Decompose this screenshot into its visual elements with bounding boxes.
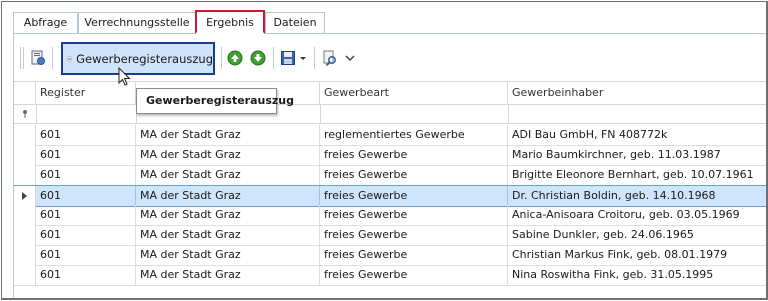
- cell-gewerbeinhaber: Christian Markus Fink, geb. 08.01.1979: [512, 248, 728, 261]
- tab-abfrage[interactable]: Abfrage: [13, 12, 78, 33]
- cell-gewerbeinhaber: Sabine Dunkler, geb. 24.06.1965: [512, 228, 694, 241]
- cell-gewerbeart: freies Gewerbe: [320, 186, 508, 206]
- row-indicator: [14, 186, 36, 206]
- table-row[interactable]: 601 MA der Stadt Graz freies Gewerbe Chr…: [14, 245, 766, 266]
- filter-register[interactable]: [36, 104, 137, 123]
- column-header-gewerbeinhaber[interactable]: Gewerbeinhaber: [508, 82, 766, 104]
- cell-gewerbeart: freies Gewerbe: [320, 225, 508, 245]
- chevron-down-icon[interactable]: [344, 50, 356, 66]
- toolbar-grip: [20, 47, 21, 69]
- mouse-cursor-icon: [118, 67, 131, 86]
- tab-dateien[interactable]: Dateien: [265, 12, 325, 33]
- filter-pin-icon: [23, 110, 27, 118]
- report-icon[interactable]: [30, 50, 46, 66]
- cell-behoerde: MA der Stadt Graz: [136, 125, 320, 145]
- cell-gewerbeart: freies Gewerbe: [320, 205, 508, 225]
- cell-register: 601: [36, 225, 136, 245]
- toolbar-grip: [23, 47, 24, 69]
- cell-gewerbeinhaber: Nina Roswitha Fink, geb. 31.05.1995: [512, 268, 714, 281]
- dropdown-arrow-icon[interactable]: [298, 50, 308, 66]
- cell-gewerbeinhaber: Mario Baumkirchner, geb. 11.03.1987: [512, 148, 721, 161]
- save-icon[interactable]: [280, 50, 296, 66]
- table-row[interactable]: 601 MA der Stadt Graz freies Gewerbe Bri…: [14, 165, 766, 186]
- gewerberegisterauszug-button[interactable]: Gewerberegisterauszug: [61, 42, 215, 75]
- filter-row: [14, 104, 766, 124]
- row-indicator: [14, 145, 36, 165]
- table-row[interactable]: 601 MA der Stadt Graz freies Gewerbe Nin…: [14, 265, 766, 286]
- cell-behoerde: MA der Stadt Graz: [136, 186, 320, 206]
- cell-gewerbeart: reglementiertes Gewerbe: [320, 125, 508, 145]
- cell-gewerbeinhaber: ADI Bau GmbH, FN 408772k: [512, 128, 668, 141]
- column-header-gewerbeart[interactable]: Gewerbeart: [320, 82, 508, 104]
- table-row[interactable]: 601 MA der Stadt Graz freies Gewerbe Sab…: [14, 225, 766, 246]
- table-row[interactable]: 601 MA der Stadt Graz reglementiertes Ge…: [14, 125, 766, 146]
- search-tool-icon[interactable]: [322, 50, 338, 66]
- cell-gewerbeart: freies Gewerbe: [320, 265, 508, 285]
- cell-gewerbeart: freies Gewerbe: [320, 165, 508, 185]
- cell-register: 601: [36, 245, 136, 265]
- current-row-arrow-icon: [22, 192, 27, 200]
- gewerberegisterauszug-label: Gewerberegisterauszug: [76, 51, 213, 66]
- move-down-icon[interactable]: [250, 50, 266, 66]
- tooltip: Gewerberegisterauszug: [136, 88, 294, 114]
- tab-ergebnis[interactable]: Ergebnis: [195, 10, 265, 34]
- toolbar-separator: [273, 47, 274, 69]
- gewerbe-logo-icon: [67, 56, 73, 61]
- table-row-selected[interactable]: 601 MA der Stadt Graz freies Gewerbe Dr.…: [14, 185, 766, 207]
- tab-bar: Abfrage Verrechnungsstelle Ergebnis Date…: [2, 2, 766, 34]
- cell-register: 601: [36, 265, 136, 285]
- table-row[interactable]: 601 MA der Stadt Graz freies Gewerbe Mar…: [14, 145, 766, 166]
- cell-behoerde: MA der Stadt Graz: [136, 265, 320, 285]
- toolbar-separator: [314, 47, 315, 69]
- header-indicator-cell: [14, 82, 36, 104]
- cell-register: 601: [36, 205, 136, 225]
- row-indicator: [14, 225, 36, 245]
- filter-gewerbeart[interactable]: [320, 104, 509, 123]
- cell-gewerbeinhaber: Dr. Christian Boldin, geb. 14.10.1968: [512, 189, 716, 202]
- cell-gewerbeinhaber: Anica-Anisoara Croitoru, geb. 03.05.1969: [512, 208, 740, 221]
- cell-gewerbeart: freies Gewerbe: [320, 245, 508, 265]
- move-up-icon[interactable]: [227, 50, 243, 66]
- window-frame: Abfrage Verrechnungsstelle Ergebnis Date…: [1, 1, 768, 300]
- cell-gewerbeinhaber: Brigitte Eleonore Bernhart, geb. 10.07.1…: [512, 168, 754, 181]
- cell-behoerde: MA der Stadt Graz: [136, 145, 320, 165]
- toolbar-separator: [52, 47, 53, 69]
- cell-behoerde: MA der Stadt Graz: [136, 245, 320, 265]
- cell-register: 601: [36, 165, 136, 185]
- row-indicator: [14, 205, 36, 225]
- toolbar-separator: [221, 47, 222, 69]
- row-indicator: [14, 125, 36, 145]
- results-grid: Register Gewerbeart Gewerbeinhaber 601 M…: [14, 81, 766, 298]
- cell-behoerde: MA der Stadt Graz: [136, 165, 320, 185]
- cell-behoerde: MA der Stadt Graz: [136, 205, 320, 225]
- tab-verrechnungsstelle[interactable]: Verrechnungsstelle: [78, 12, 196, 33]
- cell-register: 601: [36, 186, 136, 206]
- row-indicator: [14, 245, 36, 265]
- table-row[interactable]: 601 MA der Stadt Graz freies Gewerbe Ani…: [14, 205, 766, 226]
- filter-gewerbeinhaber[interactable]: [508, 104, 766, 123]
- filter-indicator-cell: [14, 104, 37, 123]
- cell-gewerbeart: freies Gewerbe: [320, 145, 508, 165]
- cell-register: 601: [36, 125, 136, 145]
- row-indicator: [14, 265, 36, 285]
- cell-behoerde: MA der Stadt Graz: [136, 225, 320, 245]
- row-indicator: [14, 165, 36, 185]
- cell-register: 601: [36, 145, 136, 165]
